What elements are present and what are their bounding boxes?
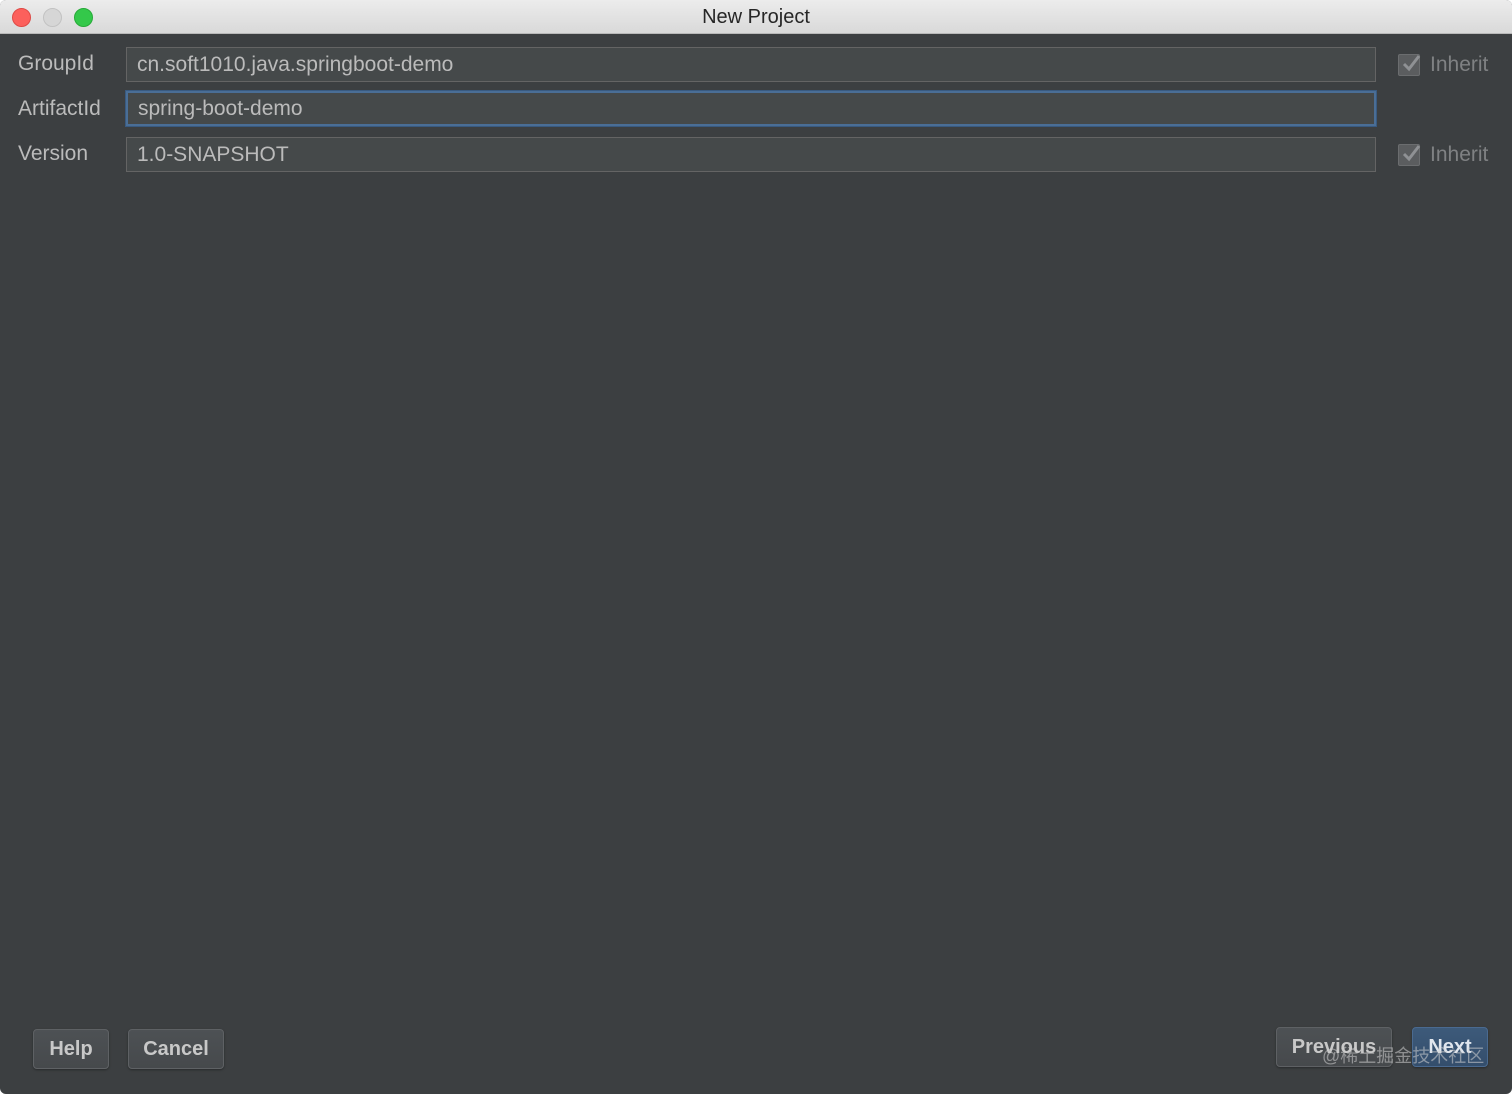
- group-id-inherit-label: Inherit: [1430, 53, 1489, 76]
- cancel-button[interactable]: Cancel: [128, 1029, 224, 1069]
- window-title: New Project: [702, 6, 810, 28]
- version-inherit-label: Inherit: [1430, 143, 1489, 166]
- group-id-inherit-checkbox[interactable]: Inherit: [1398, 53, 1488, 77]
- help-button[interactable]: Help: [33, 1029, 109, 1069]
- title-bar[interactable]: New Project: [0, 0, 1512, 34]
- checkbox-checked-icon[interactable]: [1398, 144, 1421, 166]
- group-id-input[interactable]: [126, 47, 1376, 82]
- group-id-label: GroupId: [18, 52, 94, 75]
- artifact-id-label: ArtifactId: [18, 97, 101, 120]
- version-input[interactable]: [126, 137, 1376, 172]
- checkbox-checked-icon[interactable]: [1398, 54, 1421, 76]
- version-label: Version: [18, 142, 89, 165]
- version-inherit-checkbox[interactable]: Inherit: [1398, 143, 1488, 167]
- artifact-id-input[interactable]: [126, 91, 1376, 126]
- watermark: @稀土掘金技术社区: [1322, 1046, 1485, 1066]
- new-project-window: New Project GroupId Inherit ArtifactId V…: [0, 0, 1512, 1094]
